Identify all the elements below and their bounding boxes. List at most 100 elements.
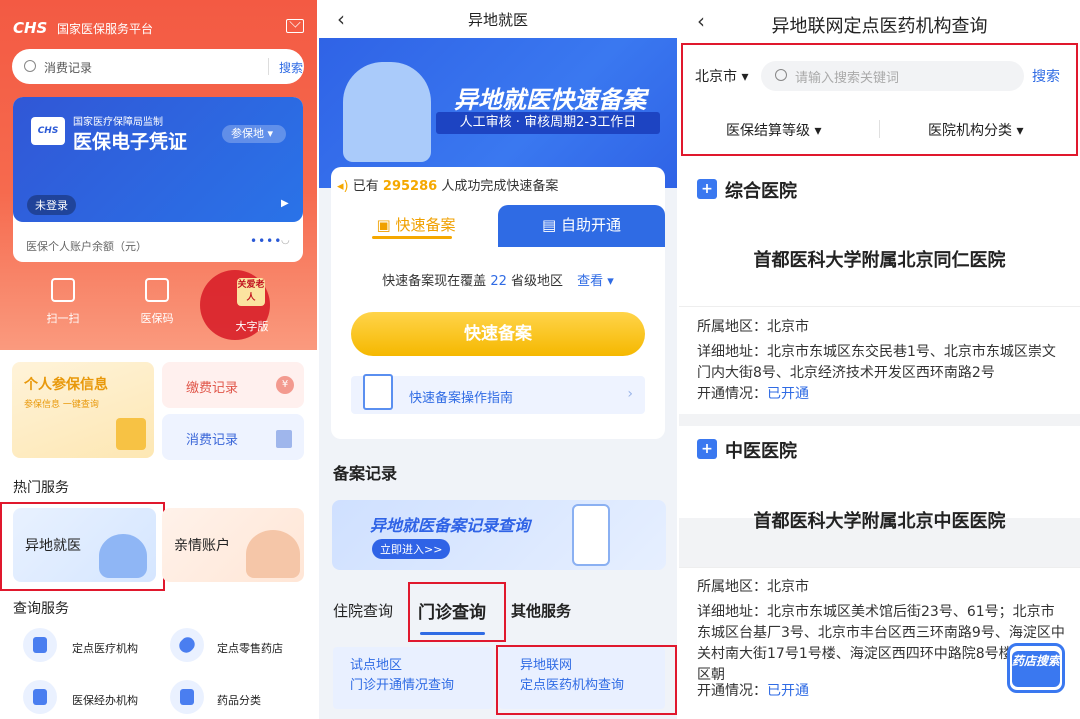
hospital-region: 所属地区：北京市: [697, 319, 809, 335]
home-panel: CHS 国家医保服务平台 消费记录 搜索 CHS 国家医疗保障局监制 医保电子凭…: [0, 0, 317, 719]
highlight-box: [496, 645, 677, 715]
tab-fast-filing-label: 快速备案: [395, 216, 456, 234]
coverage-value: 22: [490, 274, 507, 289]
card-face: CHS 国家医疗保障局监制 医保电子凭证 参保地 ▾ 未登录 ▶: [13, 97, 303, 222]
scan-label: 扫一扫: [46, 312, 80, 325]
card-supervisor: 国家医疗保障局监制: [73, 117, 163, 128]
hospital-region: 所属地区：北京市: [697, 579, 809, 595]
person-illustration: [343, 62, 431, 162]
pilot-region-query[interactable]: 试点地区 门诊开通情况查询: [333, 647, 493, 709]
personal-info-sub: 参保信息 一键查询: [24, 400, 99, 410]
file-icon: ▣: [376, 216, 396, 234]
tab-self-service[interactable]: ▤ 自助开通: [498, 205, 665, 247]
enter-now-button[interactable]: 立即进入>>: [372, 539, 451, 559]
large-font-button[interactable]: 大字版: [222, 318, 282, 334]
search-bar[interactable]: 消费记录 搜索: [12, 49, 304, 84]
drug-category-link[interactable]: 药品分类: [217, 692, 261, 708]
page-title: 异地联网定点医药机构查询: [771, 16, 988, 37]
scan-icon: [51, 278, 75, 302]
institution-search-panel: ‹ 异地联网定点医药机构查询 北京市 ▾ 请输入搜索关键词 搜索 医保结算等级 …: [679, 0, 1080, 719]
designated-hospitals-link[interactable]: 定点医疗机构: [72, 640, 138, 656]
insurance-code-button[interactable]: 医保码: [127, 278, 187, 326]
large-font-label: 大字版: [235, 320, 269, 333]
document-icon: [363, 374, 393, 410]
agency-icon: [23, 680, 57, 714]
records-banner-title: 异地就医备案记录查询: [370, 516, 531, 535]
remote-medical-panel: ‹ 异地就医 异地就医快速备案 人工审核 · 审核周期2-3工作日 ◂) 已有 …: [319, 0, 677, 719]
tab-inpatient[interactable]: 住院查询: [333, 600, 393, 621]
card-title: 医保电子凭证: [73, 131, 188, 153]
hot-services-header: 热门服务: [13, 480, 69, 496]
scan-button[interactable]: 扫一扫: [33, 278, 93, 326]
pharmacy-search-stamp[interactable]: 药店搜索: [1007, 643, 1065, 693]
family-account-label: 亲情账户: [174, 538, 230, 554]
filing-count: ◂) 已有 295286 人成功完成快速备案: [337, 175, 558, 194]
tab-self-service-label: 自助开通: [560, 216, 621, 234]
search-button[interactable]: 搜索: [279, 59, 303, 76]
nav-bar: ‹ 异地联网定点医药机构查询: [679, 0, 1080, 42]
hospital-name[interactable]: 首都医科大学附属北京中医医院: [679, 507, 1080, 533]
login-status[interactable]: 未登录: [27, 195, 76, 215]
page-title: 异地就医: [467, 11, 528, 29]
pilot-region-line2: 门诊开通情况查询: [350, 678, 455, 693]
records-header: 备案记录: [333, 464, 398, 483]
nav-bar: ‹ 异地就医: [319, 0, 677, 38]
insurance-agencies-link[interactable]: 医保经办机构: [72, 692, 138, 708]
status-label: 开通情况：: [697, 683, 767, 699]
chevron-right-icon: ›: [627, 386, 633, 402]
phone-illustration: [572, 504, 610, 566]
yen-icon: ¥: [276, 376, 294, 394]
fast-filing-button[interactable]: 快速备案: [351, 312, 645, 356]
highlight-box: [681, 43, 1078, 156]
guide-label: 快速备案操作指南: [409, 391, 514, 406]
count-value: 295286: [382, 179, 438, 194]
personal-info-title: 个人参保信息: [24, 377, 108, 393]
view-coverage-link[interactable]: 查看 ▾: [577, 274, 614, 289]
tab-fast-filing[interactable]: ▣ 快速备案: [334, 205, 498, 247]
search-placeholder: 消费记录: [44, 61, 93, 75]
chs-card-logo: CHS: [31, 117, 65, 145]
personal-info-card[interactable]: 个人参保信息 参保信息 一键查询: [12, 362, 154, 458]
payment-record-label: 缴费记录: [186, 381, 239, 396]
pilot-region-line1: 试点地区: [350, 658, 403, 673]
tab-other-services[interactable]: 其他服务: [511, 600, 571, 621]
family-illustration: [246, 530, 300, 578]
family-account-card[interactable]: 亲情账户: [162, 508, 304, 582]
pill-icon: [170, 628, 204, 662]
eye-icon[interactable]: ◡: [281, 235, 290, 246]
drug-category-icon: [170, 680, 204, 714]
balance-label: 医保个人账户余额（元）: [26, 240, 147, 253]
insurance-code-label: 医保码: [140, 312, 174, 325]
insurance-card[interactable]: CHS 国家医疗保障局监制 医保电子凭证 参保地 ▾ 未登录 ▶ 医保个人账户余…: [13, 97, 303, 262]
hospital-icon: +: [697, 179, 717, 199]
balance-mask: ••••: [250, 234, 283, 248]
receipt-icon: [276, 430, 292, 448]
search-icon: [24, 60, 36, 72]
stamp-text: 药店搜索: [1012, 651, 1060, 687]
guide-link[interactable]: 快速备案操作指南 ›: [351, 374, 645, 414]
tab-indicator: [372, 236, 452, 239]
consumption-record-label: 消费记录: [186, 433, 239, 448]
category-title: 中医医院: [725, 441, 797, 462]
speaker-icon: ◂): [337, 179, 349, 194]
form-icon: ▤: [542, 216, 561, 234]
category-title: 综合医院: [725, 181, 797, 202]
records-banner[interactable]: 异地就医备案记录查询 立即进入>>: [332, 500, 666, 570]
highlight-box: [0, 502, 165, 591]
hospital-address: 详细地址：北京市东城区东交民巷1号、北京市东城区崇文门内大街8号、北京经济技术开…: [697, 344, 1056, 381]
payment-record-card[interactable]: 缴费记录 ¥: [162, 362, 304, 408]
chevron-right-icon[interactable]: ▶: [281, 198, 289, 209]
mail-icon[interactable]: [286, 19, 304, 33]
chs-logo: CHS: [13, 19, 48, 37]
location-dropdown[interactable]: 参保地 ▾: [222, 125, 286, 143]
hospital-name[interactable]: 首都医科大学附属北京同仁医院: [679, 246, 1080, 272]
status-value: 已开通: [767, 386, 809, 402]
hospital-status: 开通情况：已开通: [697, 384, 1065, 405]
consumption-record-card[interactable]: 消费记录: [162, 414, 304, 460]
designated-pharmacies-link[interactable]: 定点零售药店: [217, 640, 283, 656]
platform-name: 国家医保服务平台: [57, 22, 154, 36]
coverage-prefix: 快速备案现在覆盖: [382, 274, 487, 289]
coverage-text: 快速备案现在覆盖 22 省级地区 查看 ▾: [319, 270, 677, 289]
qr-code-icon: [145, 278, 169, 302]
divider: [268, 58, 269, 75]
